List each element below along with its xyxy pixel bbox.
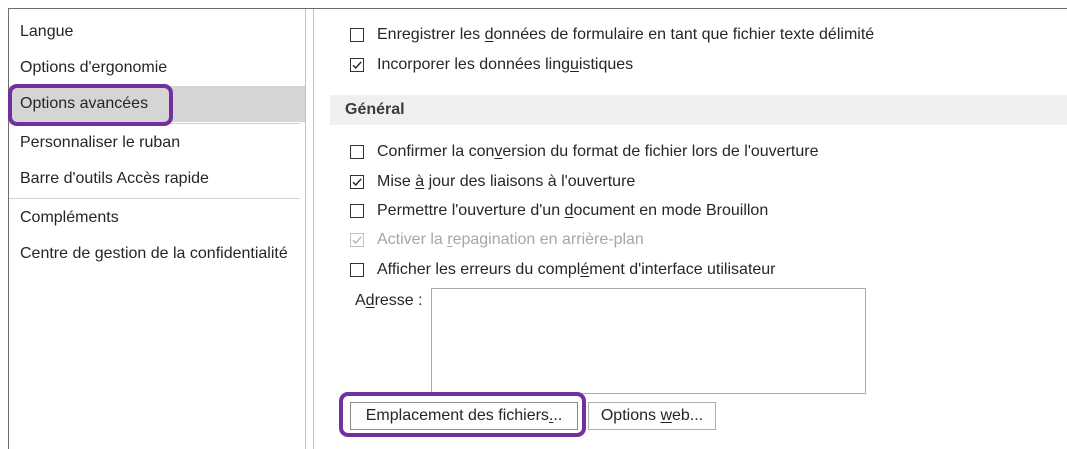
address-label: Adresse : [355,292,423,309]
update-links-label: Mise à jour des liaisons à l'ouverture [377,173,636,190]
allow-draft-view-checkbox[interactable] [350,204,364,218]
show-addin-ui-errors-checkbox[interactable] [350,263,364,277]
option-show-addin-ui-errors[interactable]: Afficher les erreurs du complément d'int… [350,260,776,280]
embed-linguistic-data-label: Incorporer les données linguistiques [377,56,634,73]
confirm-conversion-label: Confirmer la conversion du format de fic… [377,143,819,160]
web-options-button[interactable]: Options web... [588,402,716,430]
save-form-data-checkbox[interactable] [350,28,364,42]
sidebar-border [305,9,306,449]
save-form-data-label: Enregistrer les données de formulaire en… [377,26,875,43]
content-border [313,9,314,449]
sidebar-item-ease-of-access[interactable]: Options d'ergonomie [9,50,305,86]
file-locations-button[interactable]: Emplacement des fichiers... [350,402,578,430]
section-title: Général [345,101,405,118]
option-background-repagination: Activer la repagination en arrière-plan [350,230,644,250]
options-category-list: Langue Options d'ergonomie Options avanc… [9,14,305,272]
allow-draft-view-label: Permettre l'ouverture d'un document en m… [377,202,769,219]
sidebar-divider [9,123,300,124]
update-links-checkbox[interactable] [350,175,364,189]
sidebar-item-quick-access-toolbar[interactable]: Barre d'outils Accès rapide [9,161,305,197]
sidebar-item-add-ins[interactable]: Compléments [9,200,305,236]
checkmark-icon [352,236,362,245]
sidebar-item-trust-center[interactable]: Centre de gestion de la confidentialité [9,236,305,272]
option-update-links[interactable]: Mise à jour des liaisons à l'ouverture [350,172,635,192]
confirm-conversion-checkbox[interactable] [350,145,364,159]
background-repagination-label: Activer la repagination en arrière-plan [377,231,644,248]
web-options-button-label: Options web... [600,407,704,424]
file-locations-button-label: Emplacement des fichiers... [365,407,563,424]
sidebar-item-customize-ribbon[interactable]: Personnaliser le ruban [9,125,305,161]
sidebar-item-advanced[interactable]: Options avancées [9,86,305,122]
address-field[interactable] [431,288,866,394]
option-confirm-conversion[interactable]: Confirmer la conversion du format de fic… [350,142,818,162]
checkmark-icon [352,178,362,187]
checkmark-icon [352,61,362,70]
background-repagination-checkbox [350,233,364,247]
option-allow-draft-view[interactable]: Permettre l'ouverture d'un document en m… [350,201,768,221]
sidebar-divider [9,198,300,199]
option-save-form-data[interactable]: Enregistrer les données de formulaire en… [350,25,874,45]
section-header-general: Général [330,95,1067,125]
embed-linguistic-data-checkbox[interactable] [350,58,364,72]
sidebar-item-language[interactable]: Langue [9,14,305,50]
option-embed-linguistic-data[interactable]: Incorporer les données linguistiques [350,55,633,75]
show-addin-ui-errors-label: Afficher les erreurs du complément d'int… [377,261,776,278]
